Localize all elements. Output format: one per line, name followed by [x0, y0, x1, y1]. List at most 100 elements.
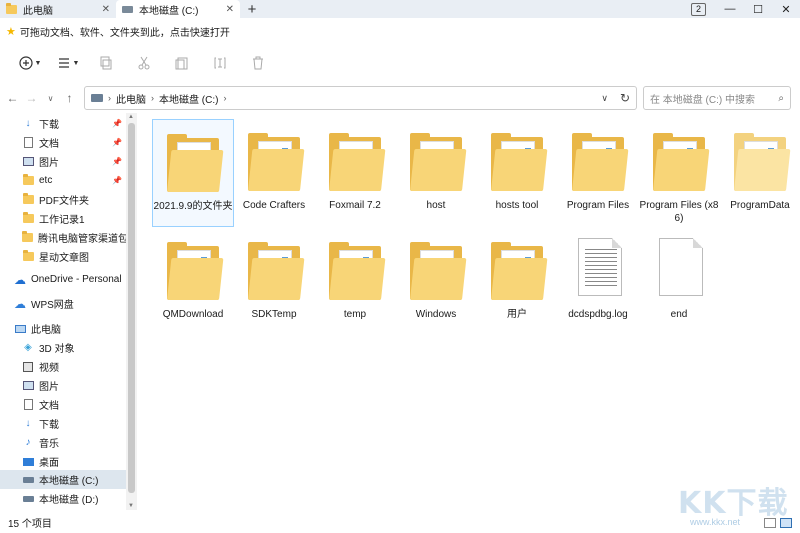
cut-button[interactable] [128, 51, 160, 75]
folder-item[interactable]: temp [314, 228, 396, 336]
sidebar-item-local-disk-c[interactable]: 本地磁盘 (C:) [0, 470, 126, 489]
document-icon [22, 399, 34, 411]
sidebar-item-label: WPS网盘 [31, 300, 74, 311]
tab-local-disk-c[interactable]: 本地磁盘 (C:) ✕ [116, 0, 240, 18]
close-tab-icon[interactable]: ✕ [226, 4, 234, 15]
minimize-button[interactable]: — [716, 3, 744, 15]
sidebar-scrollbar[interactable]: ▲ ▼ [126, 113, 137, 510]
folder-item[interactable]: Code Crafters [233, 119, 315, 227]
address-bar[interactable]: › 此电脑 › 本地磁盘 (C:) › ∨ ↻ [84, 86, 637, 110]
sidebar-item-documents-pc[interactable]: 文档 [0, 395, 126, 414]
scrollbar-thumb[interactable] [128, 123, 135, 493]
sidebar-item-tencent-channel[interactable]: 腾讯电脑管家渠道包-老 [0, 228, 126, 247]
sidebar-item-article-images[interactable]: 星动文章图 [0, 247, 126, 266]
rename-button[interactable] [204, 51, 236, 75]
sidebar-item-label: 下载 [39, 120, 59, 131]
sidebar-item-etc[interactable]: etc 📌 [0, 171, 126, 190]
folder-item[interactable]: host [395, 119, 477, 227]
folder-item[interactable]: SDKTemp [233, 228, 315, 336]
paste-button[interactable] [166, 51, 198, 75]
quick-access-tip-bar[interactable]: ★ 可拖动文档、软件、文件夹到此，点击快速打开 [0, 18, 800, 44]
up-arrow-icon[interactable]: ↑ [60, 86, 79, 110]
drive-icon [22, 474, 34, 486]
folder-icon [400, 232, 472, 304]
sidebar-item-pdf-folder[interactable]: PDF文件夹 [0, 190, 126, 209]
sidebar-item-pictures[interactable]: 图片 📌 [0, 152, 126, 171]
sidebar-item-work-log[interactable]: 工作记录1 [0, 209, 126, 228]
sidebar-item-music[interactable]: ♪ 音乐 [0, 433, 126, 452]
folder-item[interactable]: hosts tool [476, 119, 558, 227]
folder-item[interactable]: 用户 [476, 228, 558, 336]
copy-button[interactable] [90, 51, 122, 75]
file-item[interactable]: dcdspdbg.log [557, 228, 639, 336]
folder-item[interactable]: 2021.9.9的文件夹 [152, 119, 234, 227]
item-count: 15 个项目 [8, 519, 52, 530]
sidebar-item-videos[interactable]: 视频 [0, 357, 126, 376]
forward-arrow-icon[interactable]: → [22, 86, 41, 110]
scroll-up-icon[interactable]: ▲ [128, 114, 134, 120]
video-icon [22, 361, 34, 373]
breadcrumb-this-pc[interactable]: 此电脑 [116, 91, 146, 106]
sidebar-item-label: 桌面 [39, 458, 59, 469]
folder-icon [319, 123, 391, 195]
address-dropdown-icon[interactable]: ∨ [601, 93, 608, 104]
maximize-button[interactable]: ☐ [744, 3, 772, 16]
music-icon: ♪ [25, 437, 31, 448]
sidebar-item-onedrive[interactable]: ☁ OneDrive - Personal [0, 270, 126, 289]
search-input[interactable]: 在 本地磁盘 (C:) 中搜索 ⌕ [643, 86, 791, 110]
folder-item[interactable]: Windows [395, 228, 477, 336]
sidebar-item-downloads[interactable]: ↓ 下载 📌 [0, 114, 126, 133]
sidebar-item-downloads-pc[interactable]: ↓ 下载 [0, 414, 126, 433]
sidebar-item-label: 文档 [39, 139, 59, 150]
tab-this-pc[interactable]: 此电脑 ✕ [0, 0, 116, 18]
folder-icon [643, 123, 715, 195]
computer-icon [14, 323, 26, 335]
folder-item[interactable]: Program Files (x86) [638, 119, 720, 227]
folder-item[interactable]: Foxmail 7.2 [314, 119, 396, 227]
file-name: ProgramData [730, 200, 790, 211]
folder-icon [6, 2, 17, 14]
sidebar-item-label: 下载 [39, 420, 59, 431]
sidebar-item-this-pc[interactable]: 此电脑 [0, 319, 126, 338]
sidebar-item-local-disk-d[interactable]: 本地磁盘 (D:) [0, 489, 126, 508]
view-button[interactable]: ▼ [52, 51, 84, 75]
sidebar-item-label: 视频 [39, 363, 59, 374]
close-window-button[interactable]: ✕ [772, 3, 800, 16]
sidebar-item-label: 3D 对象 [39, 344, 75, 355]
new-tab-button[interactable]: + [240, 0, 264, 18]
breadcrumb-local-disk-c[interactable]: 本地磁盘 (C:) [159, 91, 218, 106]
3d-objects-icon: ◈ [24, 342, 32, 353]
chevron-right-icon[interactable]: › [151, 93, 154, 103]
delete-button[interactable] [242, 51, 274, 75]
back-arrow-icon[interactable]: ← [3, 86, 22, 110]
folder-item[interactable]: QMDownload [152, 228, 234, 336]
sidebar-item-desktop[interactable]: 桌面 [0, 452, 126, 471]
folder-icon [22, 174, 34, 187]
search-icon[interactable]: ⌕ [778, 93, 784, 104]
chevron-down-icon: ▼ [72, 59, 80, 67]
sidebar-item-3d-objects[interactable]: ◈ 3D 对象 [0, 338, 126, 357]
scroll-down-icon[interactable]: ▼ [128, 503, 134, 509]
refresh-icon[interactable]: ↻ [620, 91, 630, 105]
chevron-right-icon[interactable]: › [223, 93, 226, 103]
folder-icon [22, 231, 33, 244]
recent-chevron-down-icon[interactable]: ∨ [41, 86, 60, 110]
picture-icon [22, 156, 34, 168]
sidebar-item-documents[interactable]: 文档 📌 [0, 133, 126, 152]
sidebar-item-wps-cloud[interactable]: ☁ WPS网盘 [0, 294, 126, 313]
folder-icon [157, 232, 229, 304]
file-name: Foxmail 7.2 [329, 200, 381, 211]
folder-icon [400, 123, 472, 195]
sidebar-item-pictures-pc[interactable]: 图片 [0, 376, 126, 395]
pin-icon: 📌 [112, 138, 122, 147]
chevron-right-icon[interactable]: › [108, 93, 111, 103]
folder-icon [22, 193, 34, 206]
file-item[interactable]: end [638, 228, 720, 336]
close-tab-icon[interactable]: ✕ [102, 4, 110, 15]
folder-item[interactable]: ProgramData [719, 119, 800, 227]
folder-icon [22, 250, 34, 263]
file-name: Code Crafters [242, 200, 306, 211]
tab-count-badge[interactable]: 2 [690, 2, 706, 16]
folder-item[interactable]: Program Files [557, 119, 639, 227]
new-button[interactable]: ▼ [14, 51, 46, 75]
